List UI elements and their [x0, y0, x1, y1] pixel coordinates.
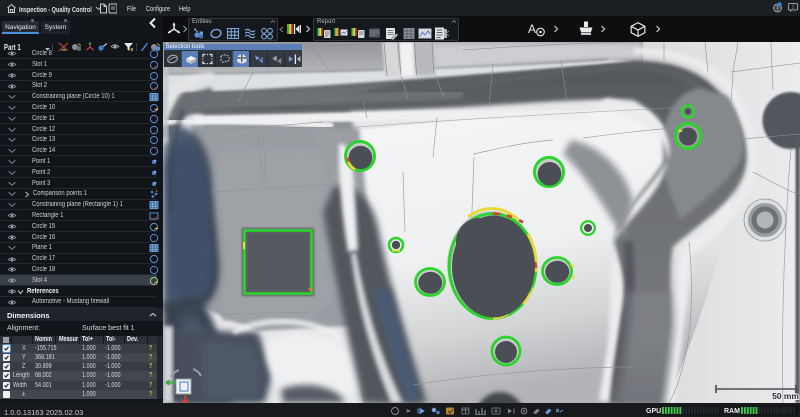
svg-text:A: A	[528, 22, 536, 36]
svg-text:50 mm: 50 mm	[772, 391, 799, 401]
svg-text:1: 1	[791, 5, 794, 11]
